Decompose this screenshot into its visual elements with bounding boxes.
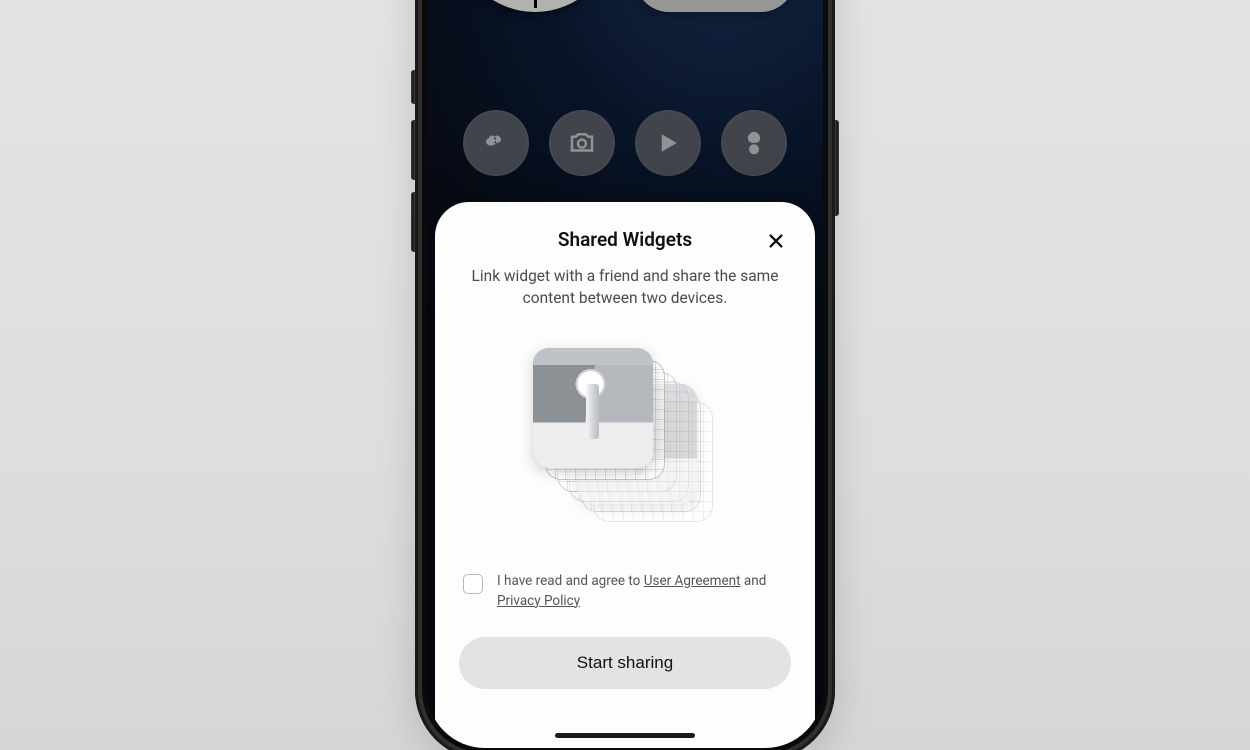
- phone-frame: Shared Widgets Link widget with a friend…: [415, 0, 835, 750]
- consent-checkbox[interactable]: [463, 574, 483, 594]
- phone-screen: Shared Widgets Link widget with a friend…: [427, 0, 823, 748]
- phone-volume-down-button: [411, 192, 415, 252]
- close-icon: [767, 232, 785, 250]
- close-button[interactable]: [761, 226, 791, 256]
- privacy-policy-link[interactable]: Privacy Policy: [497, 593, 580, 609]
- phone-power-button: [835, 120, 839, 216]
- sheet-subtitle: Link widget with a friend and share the …: [459, 265, 791, 310]
- hero-illustration: [515, 344, 735, 534]
- phone-volume-up-button: [411, 120, 415, 180]
- sheet-title: Shared Widgets: [459, 228, 791, 251]
- shared-widgets-sheet: Shared Widgets Link widget with a friend…: [435, 202, 815, 748]
- consent-row: I have read and agree to User Agreement …: [459, 572, 791, 611]
- user-agreement-link[interactable]: User Agreement: [644, 573, 741, 589]
- home-indicator[interactable]: [555, 733, 695, 738]
- phone-side-button: [411, 70, 415, 104]
- start-sharing-button[interactable]: Start sharing: [459, 637, 791, 689]
- consent-text: I have read and agree to User Agreement …: [497, 572, 787, 611]
